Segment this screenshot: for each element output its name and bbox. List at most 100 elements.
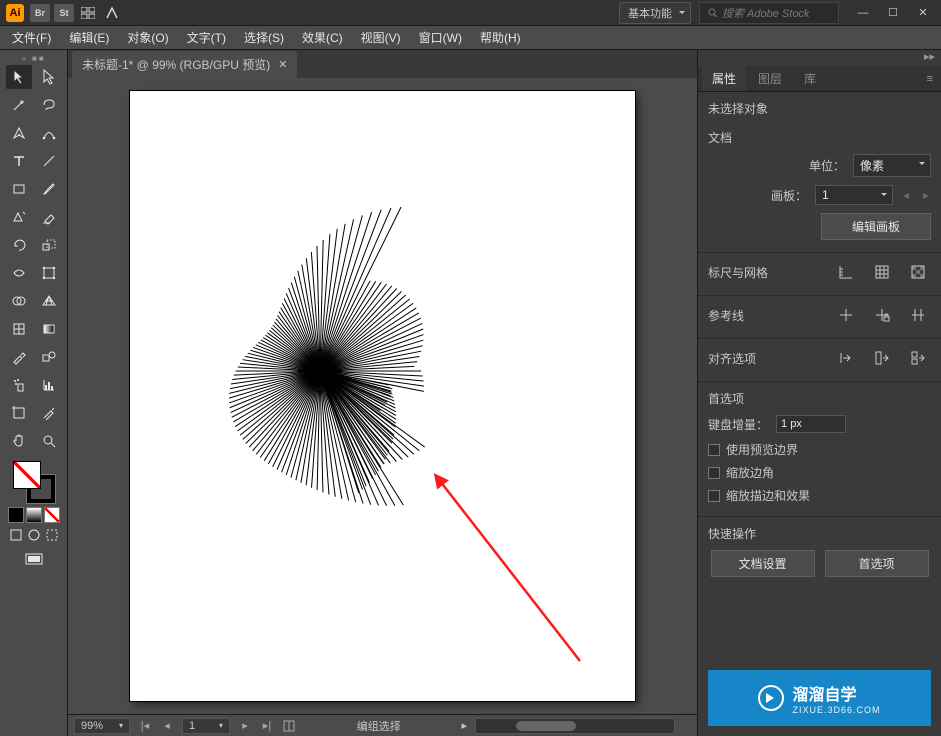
- preferences-button[interactable]: 首选项: [825, 550, 929, 577]
- toolbox: « ■■: [0, 50, 68, 736]
- eraser-tool[interactable]: [36, 205, 62, 229]
- magic-wand-tool[interactable]: [6, 93, 32, 117]
- artboard-select[interactable]: 1: [815, 185, 893, 205]
- menu-type[interactable]: 文字(T): [179, 26, 234, 49]
- grid-icon[interactable]: [869, 261, 895, 283]
- snap-pixel-icon[interactable]: [905, 347, 931, 369]
- document-section-label: 文档: [708, 129, 931, 146]
- paintbrush-tool[interactable]: [36, 177, 62, 201]
- draw-normal-icon[interactable]: [8, 527, 24, 543]
- draw-inside-icon[interactable]: [44, 527, 60, 543]
- unit-select[interactable]: 像素: [853, 154, 931, 177]
- first-artboard-icon[interactable]: |◂: [138, 719, 152, 733]
- color-mode-icon[interactable]: [8, 507, 24, 523]
- scale-tool[interactable]: [36, 233, 62, 257]
- workspace-switcher[interactable]: 基本功能: [619, 2, 691, 24]
- rectangle-tool[interactable]: [6, 177, 32, 201]
- lock-guides-icon[interactable]: [869, 304, 895, 326]
- prev-artboard-icon[interactable]: ◂: [160, 719, 174, 733]
- status-dropdown-icon[interactable]: ▸: [461, 719, 467, 732]
- prev-artboard-panel-icon[interactable]: ◂: [901, 188, 911, 202]
- menu-file[interactable]: 文件(F): [4, 26, 59, 49]
- tab-libraries[interactable]: 库: [794, 66, 826, 91]
- collapse-panels-icon[interactable]: ▸▸: [698, 50, 941, 66]
- smart-guides-icon[interactable]: [905, 304, 931, 326]
- lasso-tool[interactable]: [36, 93, 62, 117]
- menu-effect[interactable]: 效果(C): [294, 26, 351, 49]
- stock-search[interactable]: 搜索 Adobe Stock: [699, 2, 839, 24]
- next-artboard-icon[interactable]: ▸: [238, 719, 252, 733]
- document-tab[interactable]: 未标题-1* @ 99% (RGB/GPU 预览) ✕: [72, 51, 297, 78]
- line-tool[interactable]: [36, 149, 62, 173]
- tab-layers[interactable]: 图层: [748, 66, 792, 91]
- horizontal-scrollbar[interactable]: [475, 718, 675, 734]
- curvature-tool[interactable]: [36, 121, 62, 145]
- edit-artboard-button[interactable]: 编辑画板: [821, 213, 931, 240]
- menu-window[interactable]: 窗口(W): [411, 26, 470, 49]
- show-guides-icon[interactable]: [833, 304, 859, 326]
- draw-behind-icon[interactable]: [26, 527, 42, 543]
- pen-tool[interactable]: [6, 121, 32, 145]
- fill-swatch[interactable]: [13, 461, 41, 489]
- artboard-number-field[interactable]: 1▾: [182, 718, 230, 734]
- selection-tool[interactable]: [6, 65, 32, 89]
- hand-tool[interactable]: [6, 429, 32, 453]
- transparency-grid-icon[interactable]: [905, 261, 931, 283]
- last-artboard-icon[interactable]: ▸|: [260, 719, 274, 733]
- toolbox-handle-icon[interactable]: « ■■: [21, 54, 45, 63]
- direct-selection-tool[interactable]: [36, 65, 62, 89]
- preview-bounds-checkbox[interactable]: [708, 444, 720, 456]
- bridge-icon[interactable]: Br: [30, 4, 50, 22]
- perspective-tool[interactable]: [36, 289, 62, 313]
- screen-mode-icon[interactable]: [21, 549, 47, 571]
- shaper-tool[interactable]: [6, 205, 32, 229]
- blend-tool[interactable]: [36, 345, 62, 369]
- mesh-tool[interactable]: [6, 317, 32, 341]
- gradient-mode-icon[interactable]: [26, 507, 42, 523]
- none-mode-icon[interactable]: [44, 507, 60, 523]
- key-increment-input[interactable]: [776, 415, 846, 433]
- graph-tool[interactable]: [36, 373, 62, 397]
- artboard-nav-icon[interactable]: [282, 719, 296, 733]
- menu-object[interactable]: 对象(O): [119, 26, 176, 49]
- gradient-tool[interactable]: [36, 317, 62, 341]
- scale-corners-checkbox[interactable]: [708, 467, 720, 479]
- title-bar: Ai Br St 基本功能 搜索 Adobe Stock — ☐ ✕: [0, 0, 941, 26]
- next-artboard-panel-icon[interactable]: ▸: [921, 188, 931, 202]
- artboard[interactable]: [130, 91, 635, 701]
- maximize-button[interactable]: ☐: [881, 5, 905, 21]
- ruler-icon[interactable]: [833, 261, 859, 283]
- type-tool[interactable]: [6, 149, 32, 173]
- menu-edit[interactable]: 编辑(E): [61, 26, 117, 49]
- menu-view[interactable]: 视图(V): [353, 26, 409, 49]
- free-transform-tool[interactable]: [36, 261, 62, 285]
- document-setup-button[interactable]: 文档设置: [711, 550, 815, 577]
- menu-help[interactable]: 帮助(H): [472, 26, 529, 49]
- slice-tool[interactable]: [36, 401, 62, 425]
- search-placeholder: 搜索 Adobe Stock: [722, 5, 809, 21]
- watermark-text-cn: 溜溜自学: [792, 681, 880, 705]
- scale-corners-label: 缩放边角: [726, 464, 774, 481]
- artboard-tool[interactable]: [6, 401, 32, 425]
- stock-icon[interactable]: St: [54, 4, 74, 22]
- tab-properties[interactable]: 属性: [702, 66, 746, 91]
- panel-menu-icon[interactable]: ≡: [923, 73, 937, 85]
- rotate-tool[interactable]: [6, 233, 32, 257]
- scale-strokes-checkbox[interactable]: [708, 490, 720, 502]
- fill-stroke-control[interactable]: [13, 461, 55, 503]
- snap-point-icon[interactable]: [833, 347, 859, 369]
- close-button[interactable]: ✕: [911, 5, 935, 21]
- shape-builder-tool[interactable]: [6, 289, 32, 313]
- arrange-documents-icon[interactable]: [78, 4, 98, 22]
- zoom-tool[interactable]: [36, 429, 62, 453]
- eyedropper-tool[interactable]: [6, 345, 32, 369]
- width-tool[interactable]: [6, 261, 32, 285]
- gpu-icon[interactable]: [102, 4, 122, 22]
- close-tab-icon[interactable]: ✕: [278, 58, 287, 71]
- snap-grid-icon[interactable]: [869, 347, 895, 369]
- symbol-sprayer-tool[interactable]: [6, 373, 32, 397]
- zoom-field[interactable]: 99%▾: [74, 718, 130, 734]
- minimize-button[interactable]: —: [851, 5, 875, 21]
- canvas[interactable]: [68, 78, 697, 714]
- menu-select[interactable]: 选择(S): [236, 26, 292, 49]
